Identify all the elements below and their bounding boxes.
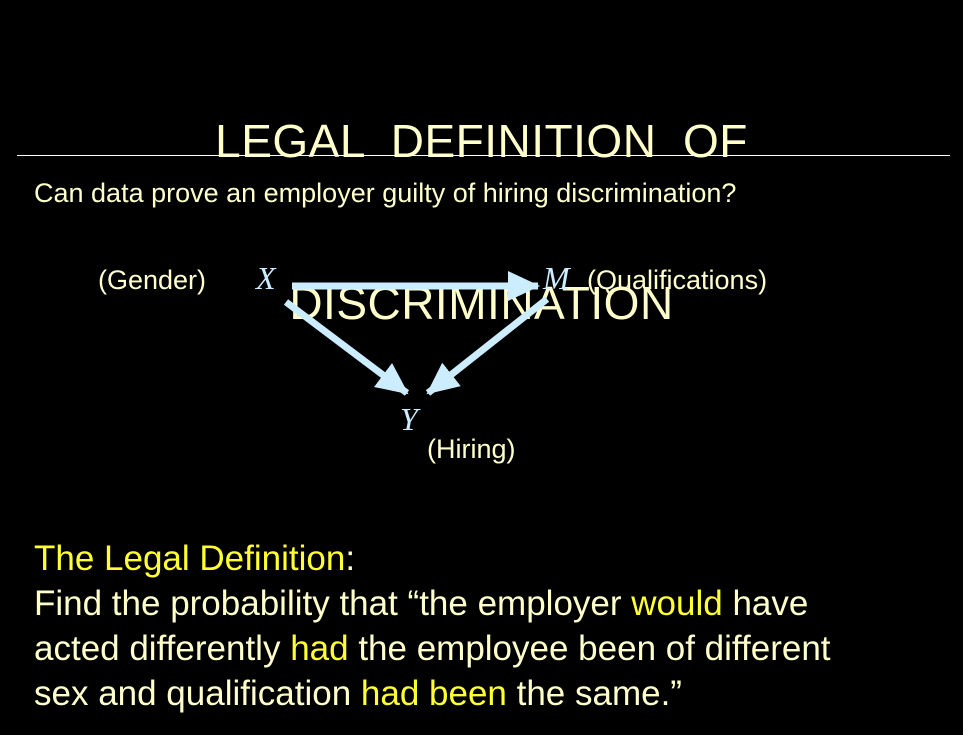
- edge-x-to-y: [283, 299, 410, 396]
- definition-line-2: acted differently had the employee been …: [34, 626, 959, 671]
- definition-heading: The Legal Definition: [34, 539, 346, 578]
- definition-text: Find the probability that “the employer: [34, 584, 632, 623]
- definition-line-3: sex and qualification had been the same.…: [34, 671, 959, 716]
- node-x: X: [254, 260, 277, 296]
- highlight-had-been: had been: [360, 674, 507, 713]
- node-m: M: [542, 260, 572, 296]
- definition-heading-colon: :: [345, 539, 356, 578]
- definition-heading-line: The Legal Definition:: [34, 536, 959, 581]
- definition-text: the employee been of different: [348, 629, 831, 668]
- definition-text: acted differently: [34, 629, 291, 668]
- definition-text: the same.”: [506, 674, 682, 713]
- node-m-label: (Qualifications): [587, 265, 767, 295]
- highlight-would: would: [631, 584, 723, 623]
- definition-line-1: Find the probability that “the employer …: [34, 581, 959, 626]
- definition-text: sex and qualification: [34, 674, 361, 713]
- definition-text: have: [722, 584, 809, 623]
- highlight-had: had: [290, 629, 349, 668]
- node-y: Y: [400, 401, 421, 437]
- node-x-label: (Gender): [98, 265, 206, 295]
- node-y-label: (Hiring): [427, 434, 516, 464]
- legal-definition: The Legal Definition: Find the probabili…: [34, 536, 959, 716]
- edge-m-to-y: [425, 296, 550, 396]
